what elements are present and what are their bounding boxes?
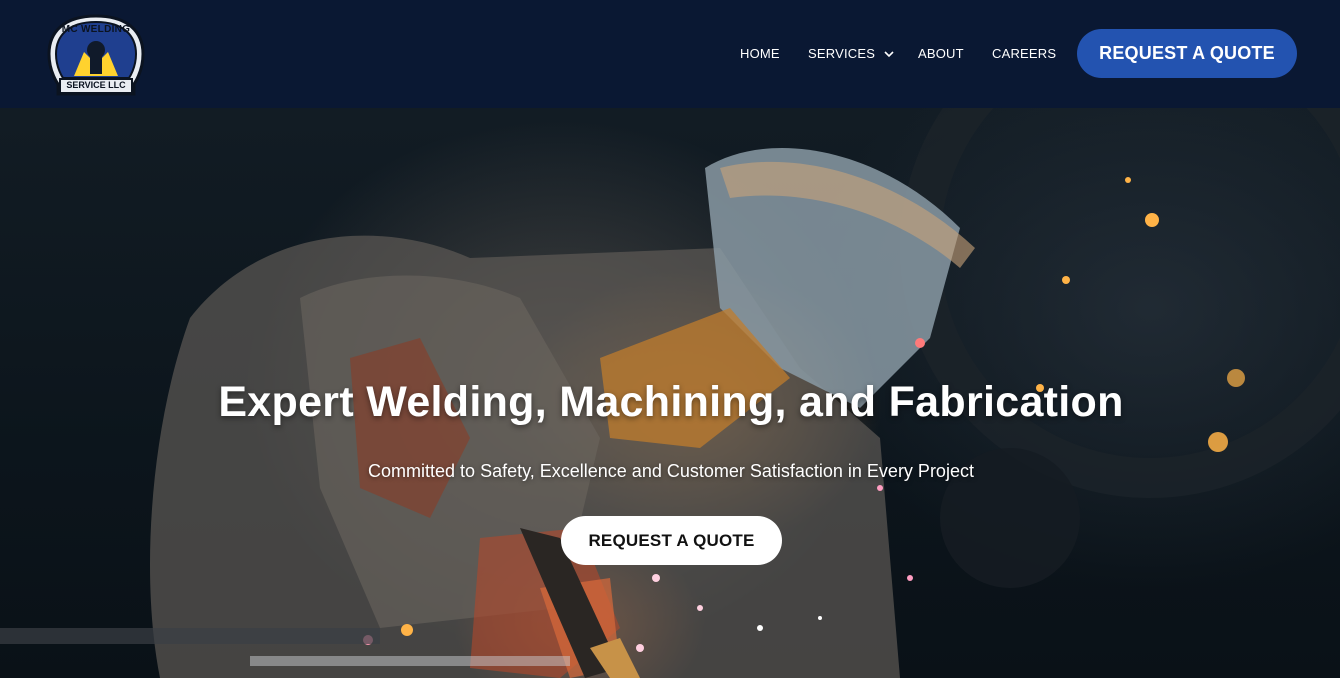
company-logo[interactable]: MC WELDING SERVICE LLC [44, 12, 148, 98]
chevron-down-icon [884, 50, 894, 57]
site-header: MC WELDING SERVICE LLC HOME SERVICES ABO… [0, 0, 1340, 108]
nav-services-link[interactable]: SERVICES [808, 46, 895, 61]
hero-title: Expert Welding, Machining, and Fabricati… [218, 378, 1124, 426]
nav-about-link[interactable]: ABOUT [918, 46, 964, 61]
hero-section: Expert Welding, Machining, and Fabricati… [0, 108, 1340, 678]
request-quote-button-hero[interactable]: REQUEST A QUOTE [561, 516, 782, 565]
logo-top-text: MC WELDING [61, 24, 131, 35]
nav-services-label: SERVICES [808, 46, 876, 61]
logo-bottom-text: SERVICE LLC [66, 80, 126, 90]
request-quote-button-header[interactable]: REQUEST A QUOTE [1077, 29, 1297, 78]
nav-careers-link[interactable]: CAREERS [992, 46, 1056, 61]
hero-subtitle: Committed to Safety, Excellence and Cust… [368, 461, 974, 481]
nav-home-link[interactable]: HOME [740, 46, 780, 61]
